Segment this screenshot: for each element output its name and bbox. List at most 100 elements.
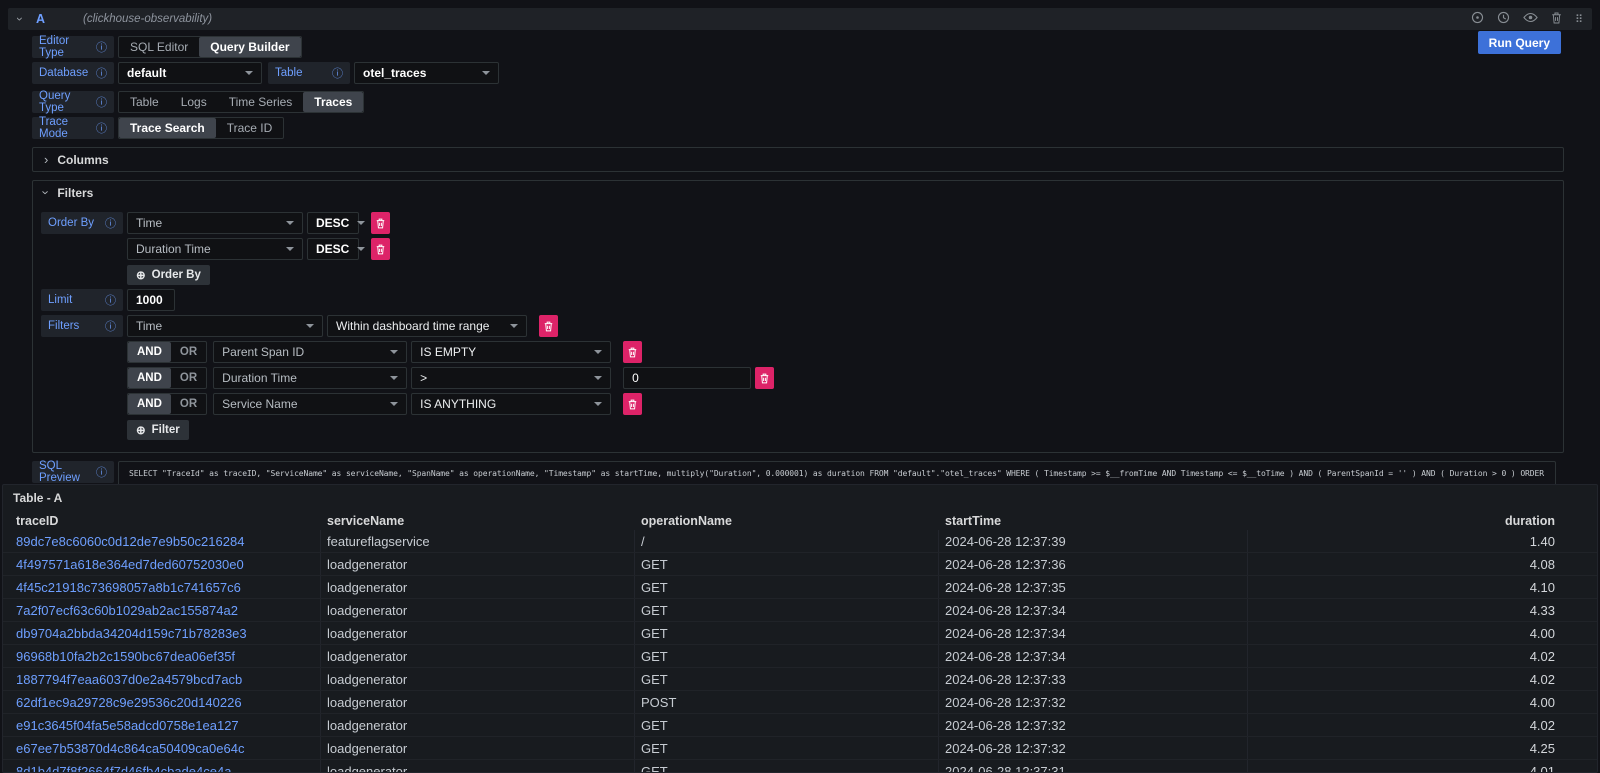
or-option[interactable]: OR [171,394,206,414]
trace-id-link[interactable]: e91c3645f04fa5e58adcd0758e1ea127 [3,714,321,736]
trace-id-link[interactable]: 4f497571a618e364ed7ded60752030e0 [3,553,321,575]
chevron-down-icon [482,71,490,75]
table-cell: loadgenerator [321,576,635,598]
trace-id-link[interactable]: 89dc7e8c6060c0d12de7e9b50c216284 [3,530,321,552]
filter-operator-select[interactable]: > [411,367,611,389]
filter-operator-select[interactable]: Within dashboard time range [327,315,527,337]
table-cell: 2024-06-28 12:37:35 [939,576,1248,598]
chevron-down-icon [390,376,398,380]
and-or-toggle: AND OR [127,341,207,363]
filter-field-select[interactable]: Service Name [213,393,407,415]
remove-filter-button[interactable] [623,341,642,363]
order-by-field-select[interactable]: Time [127,212,303,234]
column-header-servicename[interactable]: serviceName [321,514,635,528]
filter-field-select[interactable]: Duration Time [213,367,407,389]
table-row: 62df1ec9a29728c9e29536c20d140226loadgene… [3,691,1597,714]
tab-trace-id[interactable]: Trace ID [216,118,284,138]
trace-id-link[interactable]: 7a2f07ecf63c60b1029ab2ac155874a2 [3,599,321,621]
trace-id-link[interactable]: db9704a2bbda34204d159c71b78283e3 [3,622,321,644]
tab-trace-search[interactable]: Trace Search [119,118,216,138]
and-or-toggle: AND OR [127,393,207,415]
remove-order-by-button[interactable] [371,212,390,234]
hide-query-eye-icon[interactable] [1523,12,1538,26]
and-option[interactable]: AND [128,368,171,388]
remove-filter-button[interactable] [623,393,642,415]
filters-section: › Filters Order By ⓘ Time DESC [32,180,1564,453]
filters-section-header[interactable]: › Filters [33,181,1563,204]
limit-label: Limit ⓘ [41,289,123,311]
table-cell: loadgenerator [321,599,635,621]
editor-type-group: SQL Editor Query Builder [118,36,302,58]
tab-time-series[interactable]: Time Series [218,92,304,112]
chevron-down-icon [594,402,602,406]
circle-plus-icon: ⊕ [136,423,146,437]
table-cell: 2024-06-28 12:37:39 [939,530,1248,552]
table-select[interactable]: otel_traces [354,62,499,84]
query-history-icon[interactable] [1497,11,1510,27]
table-row: 4f45c21918c73698057a8b1c741657c6loadgene… [3,576,1597,599]
filter-field-select[interactable]: Time [127,315,323,337]
info-icon: ⓘ [105,292,116,308]
remove-query-trash-icon[interactable] [1551,12,1562,27]
columns-section-header[interactable]: › Columns [33,148,1563,171]
table-cell: 4.02 [1248,645,1563,667]
tab-sql-editor[interactable]: SQL Editor [119,37,199,57]
column-header-duration[interactable]: duration [1248,514,1563,528]
trace-id-link[interactable]: 4f45c21918c73698057a8b1c741657c6 [3,576,321,598]
table-cell: loadgenerator [321,668,635,690]
refresh-query-icon[interactable] [1471,11,1484,27]
and-option[interactable]: AND [128,394,171,414]
filter-operator-select[interactable]: IS ANYTHING [411,393,611,415]
column-header-operationname[interactable]: operationName [635,514,939,528]
filter-operator-select[interactable]: IS EMPTY [411,341,611,363]
table-cell: 2024-06-28 12:37:32 [939,691,1248,713]
table-cell: 2024-06-28 12:37:34 [939,645,1248,667]
limit-input[interactable]: 1000 [127,289,175,311]
table-cell: 2024-06-28 12:37:34 [939,599,1248,621]
trace-id-link[interactable]: 96968b10fa2b2c1590bc67dea06ef35f [3,645,321,667]
trace-id-link[interactable]: 8d1b4d7f8f2664f7d46fb4cbade4ce4a [3,760,321,773]
table-row: e67ee7b53870d4c864ca50409ca0e64cloadgene… [3,737,1597,760]
chevron-down-icon [357,221,365,225]
remove-filter-button[interactable] [539,315,558,337]
table-cell: GET [635,714,939,736]
add-filter-button[interactable]: ⊕ Filter [127,420,189,440]
query-type-label: Query Type ⓘ [32,91,114,113]
column-header-traceid[interactable]: traceID [3,514,321,528]
table-row: 1887794f7eaa6037d0e2a4579bcd7acbloadgene… [3,668,1597,691]
order-by-field-select[interactable]: Duration Time [127,238,303,260]
tab-query-builder[interactable]: Query Builder [199,37,300,57]
panel-title[interactable]: Table - A [3,485,1597,511]
trace-id-link[interactable]: 1887794f7eaa6037d0e2a4579bcd7acb [3,668,321,690]
trace-id-link[interactable]: 62df1ec9a29728c9e29536c20d140226 [3,691,321,713]
column-header-starttime[interactable]: startTime [939,514,1248,528]
remove-order-by-button[interactable] [371,238,390,260]
filters-label: Filters ⓘ [41,315,123,337]
tab-table[interactable]: Table [119,92,170,112]
order-by-direction-select[interactable]: DESC [307,238,359,260]
info-icon: ⓘ [96,39,107,55]
chevron-down-icon [594,376,602,380]
table-label: Table ⓘ [268,62,350,84]
filter-value-input[interactable]: 0 [623,367,751,389]
or-option[interactable]: OR [171,368,206,388]
collapse-query-icon[interactable]: › [13,17,27,21]
trace-id-link[interactable]: e67ee7b53870d4c864ca50409ca0e64c [3,737,321,759]
remove-filter-button[interactable] [755,367,774,389]
or-option[interactable]: OR [171,342,206,362]
filter-field-select[interactable]: Parent Span ID [213,341,407,363]
chevron-down-icon [286,247,294,251]
database-select[interactable]: default [118,62,262,84]
table-header-row: traceID serviceName operationName startT… [3,511,1597,530]
drag-handle-icon[interactable]: ⠿ [1575,13,1582,26]
table-cell: GET [635,668,939,690]
and-option[interactable]: AND [128,342,171,362]
info-icon: ⓘ [105,215,116,231]
info-icon: ⓘ [96,464,107,480]
table-cell: POST [635,691,939,713]
order-by-direction-select[interactable]: DESC [307,212,359,234]
tab-traces[interactable]: Traces [303,92,363,112]
add-order-by-button[interactable]: ⊕ Order By [127,265,210,285]
table-cell: 4.00 [1248,691,1563,713]
tab-logs[interactable]: Logs [170,92,218,112]
